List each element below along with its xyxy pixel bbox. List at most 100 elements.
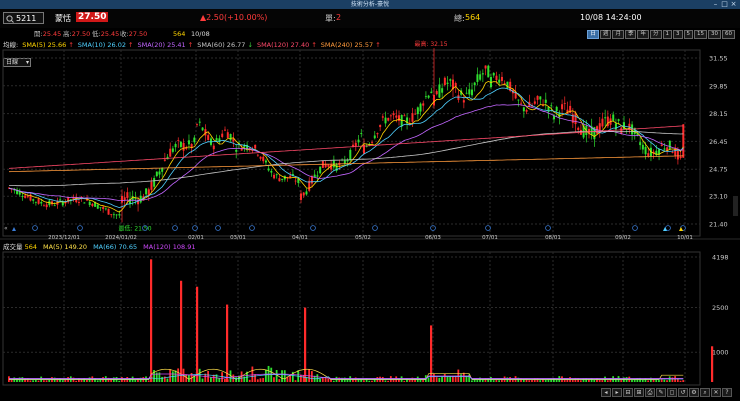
- candle-body: [254, 144, 257, 149]
- volume-spike-bar: [304, 307, 307, 382]
- candle-body: [520, 102, 523, 104]
- candle-body: [498, 79, 501, 83]
- toolbar-icon[interactable]: ◂: [601, 388, 611, 397]
- candle-body: [349, 149, 352, 160]
- candle-body: [118, 214, 121, 216]
- volume-bar: [251, 366, 254, 382]
- candle-body: [525, 110, 528, 112]
- candle-body: [174, 144, 177, 148]
- toolbar-icon[interactable]: ⊟: [623, 388, 633, 397]
- candle-body: [539, 96, 542, 100]
- candle-body: [40, 201, 43, 204]
- candle-body: [449, 79, 452, 81]
- toolbar-icon[interactable]: ⎙: [645, 388, 655, 397]
- candle-body: [550, 105, 553, 107]
- toolbar-icon[interactable]: ?: [722, 388, 732, 397]
- candle-body: [313, 174, 316, 178]
- event-marker-icon: [545, 225, 551, 231]
- candle-body: [553, 115, 555, 120]
- candle-body: [411, 113, 414, 122]
- candle-body: [577, 127, 580, 130]
- volume-bar: [655, 380, 658, 382]
- candle-body: [354, 142, 357, 147]
- toolbar-icon[interactable]: ▸: [612, 388, 622, 397]
- price-tick-label: 28.15: [709, 110, 728, 118]
- date-tick-label: 02/01: [188, 235, 204, 241]
- volume-bar: [198, 368, 201, 382]
- candle-body: [414, 113, 417, 115]
- volume-bar: [579, 380, 582, 382]
- volume-spike-bar: [180, 280, 183, 382]
- candle-body: [536, 95, 539, 100]
- volume-bar: [495, 380, 498, 382]
- candle-body: [668, 140, 671, 149]
- scroll-left-icon: «: [4, 225, 8, 232]
- candle-body: [392, 113, 395, 116]
- volume-bar: [682, 380, 685, 382]
- toolbar-icon[interactable]: ⚙: [689, 388, 699, 397]
- volume-bar: [42, 380, 45, 382]
- chart-toolbar: ◂ ▸ ⊟ ⊞ ⎙ ✎ ◻ ↺ ⚙ ⌕ ✕?: [600, 388, 732, 398]
- candle-body: [663, 148, 666, 150]
- volume-bar: [262, 377, 265, 382]
- candle-body: [471, 89, 473, 96]
- toolbar-icon[interactable]: ✎: [656, 388, 666, 397]
- candle-body: [224, 129, 226, 131]
- candle-body: [422, 103, 425, 106]
- technical-chart[interactable]: 31.55 29.85 28.15 26.45 24.75 23.10 21.40 2023/…: [0, 0, 740, 401]
- volume-bar: [294, 380, 297, 382]
- volume-bar: [147, 380, 150, 382]
- ma-line: [8, 125, 684, 169]
- candle-body: [403, 115, 406, 117]
- candle-body: [533, 101, 536, 104]
- volume-bar: [61, 380, 64, 382]
- volume-bar: [476, 380, 479, 382]
- candle-body: [102, 206, 105, 209]
- volume-bar: [254, 374, 256, 382]
- volume-bar: [443, 373, 446, 382]
- candle-body: [641, 144, 644, 150]
- volume-bar: [45, 380, 48, 382]
- candle-body: [26, 196, 29, 198]
- toolbar-icon[interactable]: ✕: [711, 388, 721, 397]
- volume-bar: [275, 370, 278, 382]
- candle-body: [32, 199, 35, 201]
- candle-body: [563, 103, 566, 104]
- candle-body: [83, 202, 86, 204]
- toolbar-icon[interactable]: ⊞: [634, 388, 644, 397]
- candle-body: [555, 106, 558, 111]
- candle-body: [177, 140, 180, 141]
- volume-bar: [201, 378, 204, 382]
- event-triangle-icon: [679, 227, 683, 231]
- volume-bar: [403, 380, 406, 382]
- volume-spike-bar: [226, 304, 229, 382]
- candle-body: [612, 114, 615, 121]
- candle-body: [476, 74, 479, 82]
- candle-body: [614, 123, 617, 130]
- candle-body: [153, 178, 156, 187]
- volume-bar: [281, 370, 283, 382]
- toolbar-icon[interactable]: ⌕: [700, 388, 710, 397]
- event-marker-icon: [215, 225, 221, 231]
- toolbar-icon[interactable]: ◻: [667, 388, 677, 397]
- volume-bar: [438, 377, 441, 382]
- volume-bar: [278, 379, 281, 382]
- candle-body: [107, 208, 110, 215]
- candle-body: [169, 148, 172, 157]
- volume-bar: [166, 378, 169, 382]
- volume-bar: [422, 380, 425, 382]
- candle-body: [207, 135, 210, 141]
- candle-body: [278, 178, 281, 182]
- price-scrollbar[interactable]: [733, 196, 738, 216]
- volume-bar: [224, 378, 226, 382]
- candle-body: [229, 134, 232, 141]
- volume-bar: [34, 379, 37, 382]
- price-panel-frame: [2, 49, 701, 237]
- candle-body: [115, 214, 118, 216]
- volume-bar: [441, 376, 443, 382]
- ma-line: [9, 131, 684, 187]
- candle-body: [682, 124, 685, 158]
- toolbar-icon[interactable]: ↺: [678, 388, 688, 397]
- candle-body: [487, 65, 490, 78]
- candle-body: [517, 99, 520, 101]
